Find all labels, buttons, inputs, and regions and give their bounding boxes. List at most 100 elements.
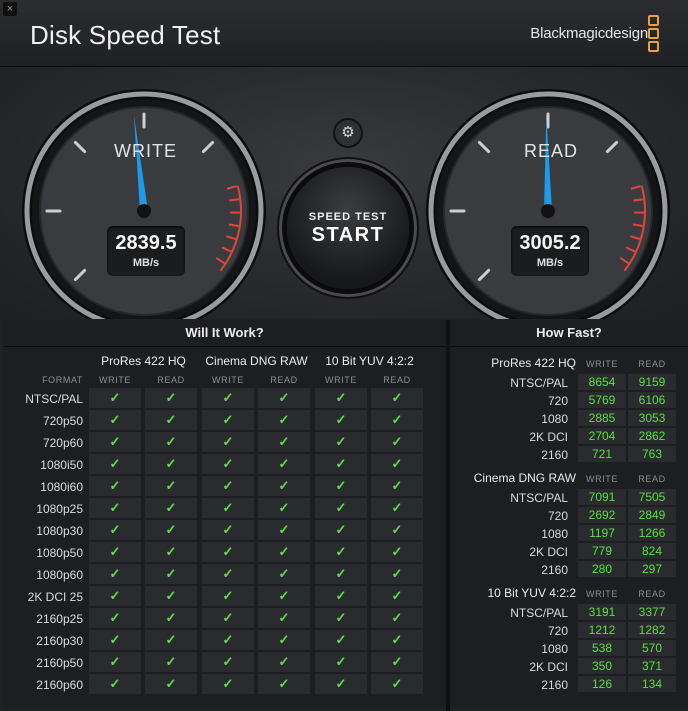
format-row-label: NTSC/PAL xyxy=(25,392,83,406)
read-speed-cell: 2849 xyxy=(628,507,676,523)
checkmark-icon: ✓ xyxy=(109,566,121,581)
checkmark-icon: ✓ xyxy=(278,544,290,559)
checkmark-icon: ✓ xyxy=(335,588,347,603)
read-speed-cell: 3053 xyxy=(628,410,676,426)
checkmark-icon: ✓ xyxy=(165,588,177,603)
read-speed-cell: 824 xyxy=(628,543,676,559)
read-speed-cell: 1266 xyxy=(628,525,676,541)
read-speed-cell: 1282 xyxy=(628,622,676,638)
read-gauge-label: READ xyxy=(524,141,579,161)
write-header: WRITE xyxy=(586,474,618,484)
write-header: WRITE xyxy=(212,375,244,385)
checkmark-icon: ✓ xyxy=(222,434,234,449)
checkmark-icon: ✓ xyxy=(391,632,403,647)
settings-gear-icon[interactable]: ⚙ xyxy=(335,120,361,146)
checkmark-icon: ✓ xyxy=(278,566,290,581)
how-fast-row-label: 2K DCI xyxy=(529,545,568,559)
write-speed-cell: 350 xyxy=(578,658,626,674)
checkmark-icon: ✓ xyxy=(391,676,403,691)
checkmark-icon: ✓ xyxy=(391,412,403,427)
read-speed-cell: 7505 xyxy=(628,489,676,505)
how-fast-group-title: Cinema DNG RAW xyxy=(473,471,576,485)
checkmark-icon: ✓ xyxy=(278,588,290,603)
checkmark-icon: ✓ xyxy=(335,412,347,427)
checkmark-icon: ✓ xyxy=(391,500,403,515)
read-speed-unit: MB/s xyxy=(536,257,564,269)
checkmark-icon: ✓ xyxy=(391,456,403,471)
write-speed-cell: 280 xyxy=(578,561,626,577)
read-header: READ xyxy=(638,589,666,599)
checkmark-icon: ✓ xyxy=(222,654,234,669)
how-fast-row-label: NTSC/PAL xyxy=(510,606,568,620)
write-header: WRITE xyxy=(99,375,131,385)
checkmark-icon: ✓ xyxy=(109,434,121,449)
will-group-title: Cinema DNG RAW xyxy=(205,354,308,368)
app-title: Disk Speed Test xyxy=(30,20,221,50)
will-group-title: 10 Bit YUV 4:2:2 xyxy=(325,354,414,368)
read-redzone-tick xyxy=(633,198,644,202)
checkmark-icon: ✓ xyxy=(165,390,177,405)
checkmark-icon: ✓ xyxy=(335,566,347,581)
checkmark-icon: ✓ xyxy=(109,478,121,493)
checkmark-icon: ✓ xyxy=(109,456,121,471)
format-row-label: 720p50 xyxy=(42,414,83,428)
format-row-label: 1080p50 xyxy=(36,546,83,560)
how-fast-row-label: 1080 xyxy=(541,527,568,541)
checkmark-icon: ✓ xyxy=(391,478,403,493)
checkmark-icon: ✓ xyxy=(109,412,121,427)
checkmark-icon: ✓ xyxy=(335,456,347,471)
checkmark-icon: ✓ xyxy=(109,390,121,405)
read-needle-hub xyxy=(541,204,555,218)
checkmark-icon: ✓ xyxy=(109,588,121,603)
how-fast-row-label: 720 xyxy=(547,394,568,408)
checkmark-icon: ✓ xyxy=(165,434,177,449)
write-speed-cell: 2692 xyxy=(578,507,626,523)
format-row-label: 2K DCI 25 xyxy=(27,590,83,604)
read-speed-readout: 3005.2 MB/s xyxy=(511,226,589,276)
how-fast-title: How Fast? xyxy=(450,320,688,347)
checkmark-icon: ✓ xyxy=(165,566,177,581)
read-header: READ xyxy=(638,474,666,484)
checkmark-icon: ✓ xyxy=(109,654,121,669)
checkmark-icon: ✓ xyxy=(222,588,234,603)
how-fast-row-label: 1080 xyxy=(541,412,568,426)
how-fast-group-title: 10 Bit YUV 4:2:2 xyxy=(487,586,577,600)
format-row-label: 1080i60 xyxy=(40,480,83,494)
checkmark-icon: ✓ xyxy=(165,478,177,493)
write-header: WRITE xyxy=(586,589,618,599)
checkmark-icon: ✓ xyxy=(335,434,347,449)
write-speed-readout: 2839.5 MB/s xyxy=(107,226,185,276)
checkmark-icon: ✓ xyxy=(278,478,290,493)
write-speed-cell: 779 xyxy=(578,543,626,559)
checkmark-icon: ✓ xyxy=(165,456,177,471)
checkmark-icon: ✓ xyxy=(165,544,177,559)
write-speed-cell: 2704 xyxy=(578,428,626,444)
checkmark-icon: ✓ xyxy=(109,500,121,515)
how-fast-row-label: 2160 xyxy=(541,678,568,692)
read-speed-cell: 134 xyxy=(628,676,676,692)
format-row-label: 2160p50 xyxy=(36,656,83,670)
blackmagic-logo-icon xyxy=(648,15,659,54)
write-speed-cell: 8654 xyxy=(578,374,626,390)
how-fast-row-label: 2160 xyxy=(541,448,568,462)
will-group-title: ProRes 422 HQ xyxy=(101,354,186,368)
read-header: READ xyxy=(157,375,185,385)
read-speed-cell: 3377 xyxy=(628,604,676,620)
write-speed-cell: 538 xyxy=(578,640,626,656)
read-speed-cell: 763 xyxy=(628,446,676,462)
checkmark-icon: ✓ xyxy=(278,610,290,625)
write-speed-cell: 5769 xyxy=(578,392,626,408)
checkmark-icon: ✓ xyxy=(335,390,347,405)
disk-speed-test-window: × Disk Speed Test Blackmagicdesign WRITE… xyxy=(0,0,688,711)
read-speed-cell: 6106 xyxy=(628,392,676,408)
format-row-label: 1080p60 xyxy=(36,568,83,582)
write-speed-cell: 126 xyxy=(578,676,626,692)
speed-test-start-button[interactable]: SPEED TEST START xyxy=(287,167,409,289)
close-icon[interactable]: × xyxy=(3,2,17,16)
how-fast-row-label: 2K DCI xyxy=(529,660,568,674)
write-speed-value: 2839.5 xyxy=(115,232,177,254)
how-fast-row-label: NTSC/PAL xyxy=(510,491,568,505)
write-needle-hub xyxy=(137,204,151,218)
checkmark-icon: ✓ xyxy=(391,544,403,559)
checkmark-icon: ✓ xyxy=(222,412,234,427)
